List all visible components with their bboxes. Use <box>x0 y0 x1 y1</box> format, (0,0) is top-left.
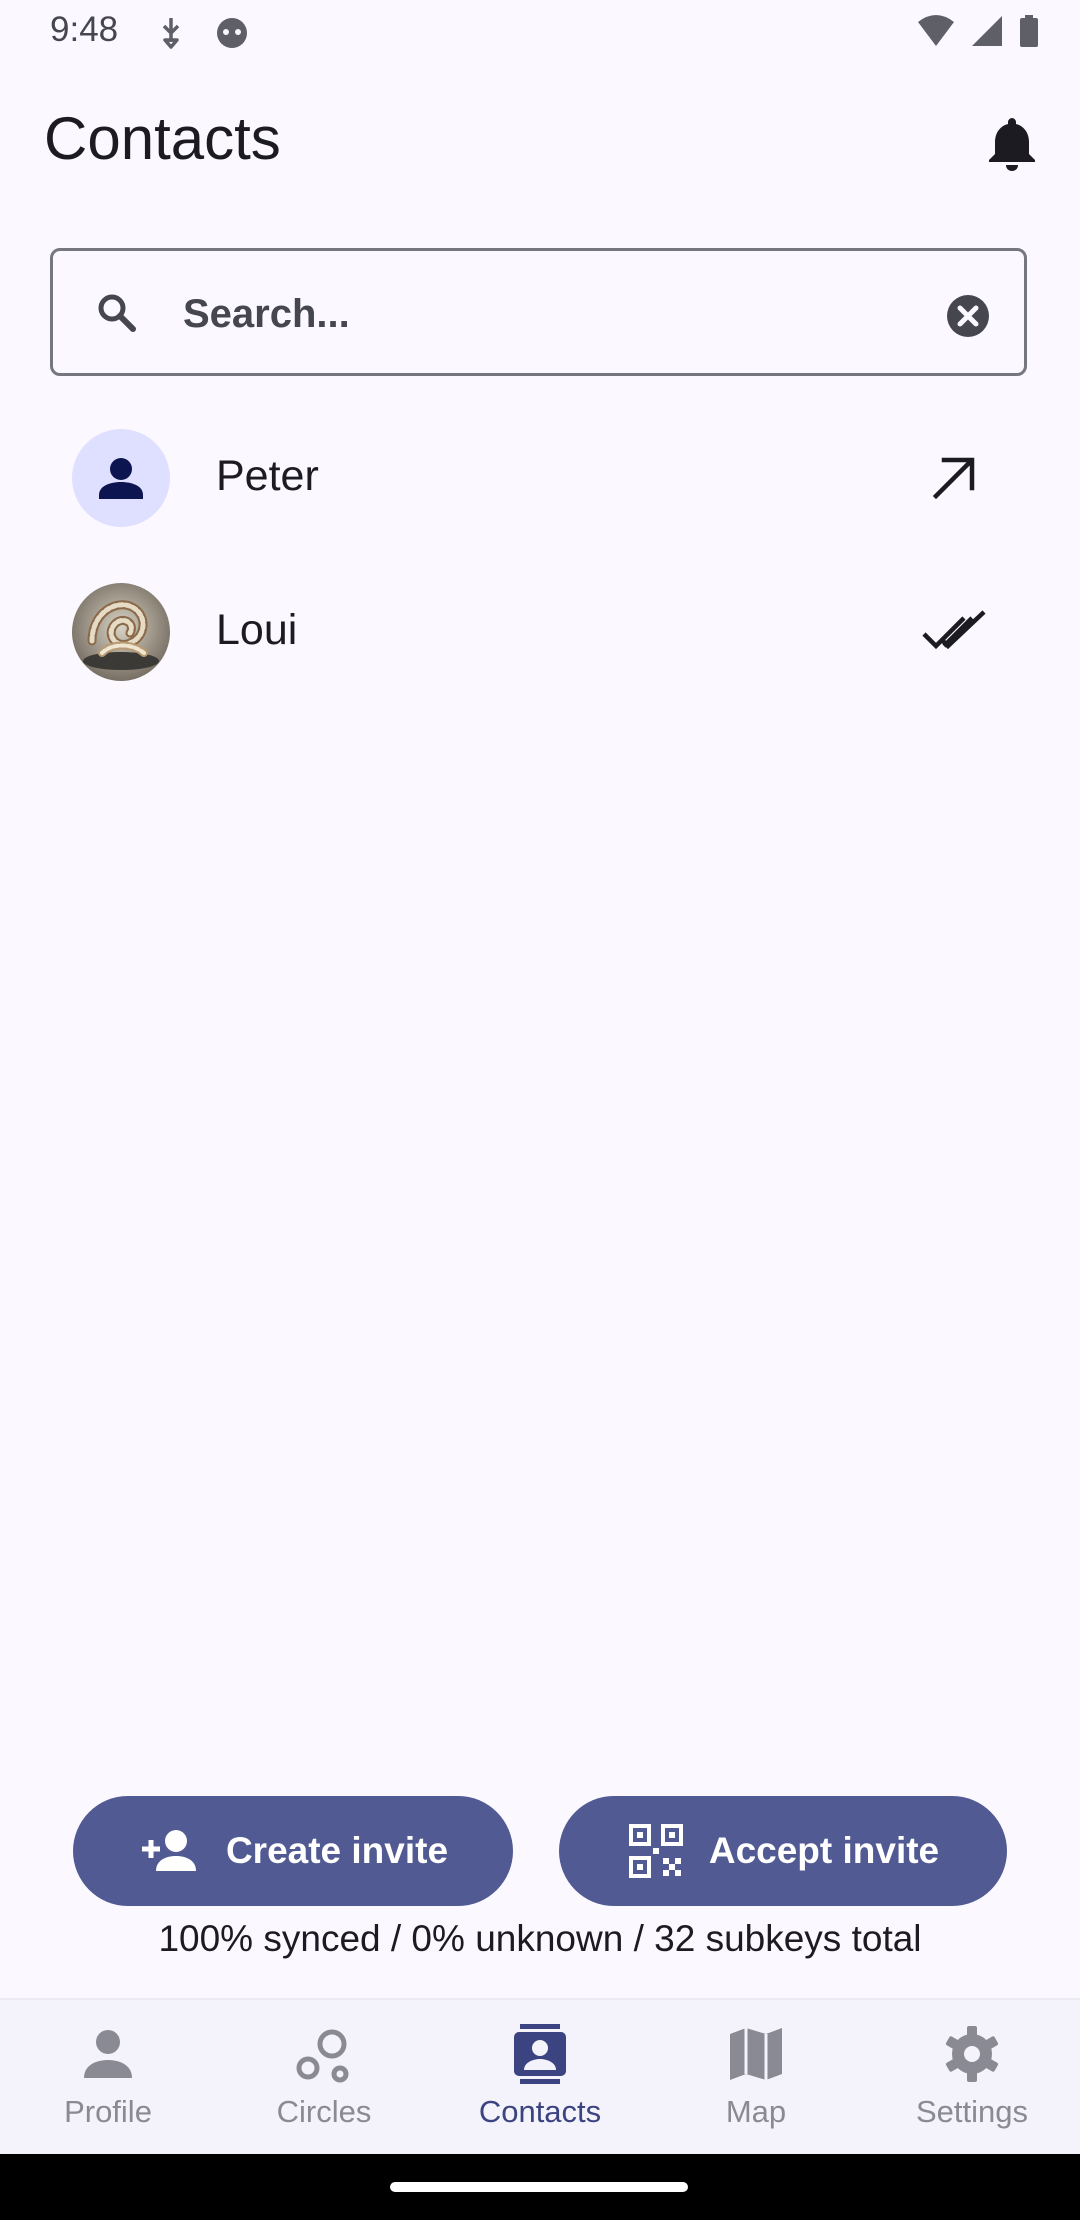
create-invite-button[interactable]: Create invite <box>73 1796 513 1906</box>
contact-item-loui[interactable]: Loui <box>0 556 1080 706</box>
sync-status: 100% synced / 0% unknown / 32 subkeys to… <box>158 1918 922 1959</box>
nav-item-map[interactable]: Map <box>648 2000 864 2156</box>
status-time: 9:48 <box>50 10 119 49</box>
wifi-icon <box>918 15 954 46</box>
nav-item-profile[interactable]: Profile <box>0 2000 216 2156</box>
status-indicators <box>916 14 1040 48</box>
contact-name: Peter <box>216 452 319 500</box>
circles-icon <box>296 2029 349 2083</box>
contact-item-peter[interactable]: Peter <box>0 402 1080 552</box>
accept-invite-button[interactable]: Accept invite <box>559 1796 1007 1906</box>
nav-item-contacts[interactable]: Contacts <box>432 2000 648 2156</box>
android-notification-icon <box>212 14 252 55</box>
nav-item-circles[interactable]: Circles <box>216 2000 432 2156</box>
nav-label: Contacts <box>478 2094 602 2129</box>
clear-search-icon[interactable] <box>945 293 991 344</box>
nav-label: Profile <box>64 2094 152 2129</box>
qr-scan-icon <box>628 1824 683 1878</box>
bell-icon[interactable] <box>986 114 1038 177</box>
contact-name: Loui <box>216 606 298 654</box>
nav-label: Settings <box>915 2094 1028 2129</box>
search-input[interactable] <box>181 273 945 355</box>
accept-invite-label: Accept invite <box>708 1830 940 1871</box>
contact-card-icon <box>514 2024 566 2084</box>
avatar <box>72 583 170 681</box>
avatar <box>72 429 170 527</box>
contacts-screen: 9:48 Contacts Search... Peter Loui Creat… <box>0 0 1080 2220</box>
nav-label: Circles <box>276 2094 372 2129</box>
search-field[interactable] <box>50 248 1027 376</box>
cell-signal-icon <box>972 16 1002 46</box>
double-check-icon <box>922 600 988 669</box>
nav-item-settings[interactable]: Settings <box>864 2000 1080 2156</box>
bottom-navigation: Profile Circles Contacts Map Settings <box>0 1998 1080 2156</box>
default-person-icon <box>99 458 143 499</box>
rope-knot-photo <box>72 583 170 681</box>
gear-icon <box>945 2026 999 2082</box>
arrow-up-right-icon <box>922 446 986 515</box>
usb-debug-icon <box>156 14 186 55</box>
create-invite-label: Create invite <box>225 1830 449 1871</box>
person-add-icon <box>141 1830 196 1871</box>
person-icon <box>84 2030 132 2078</box>
search-icon <box>95 291 139 340</box>
gesture-bar <box>0 2154 1080 2220</box>
home-gesture-handle[interactable] <box>390 2182 688 2192</box>
battery-icon <box>1020 15 1038 47</box>
nav-label: Map <box>725 2094 787 2129</box>
status-bar: 9:48 <box>0 0 1080 64</box>
map-icon <box>730 2028 782 2080</box>
page-title: Contacts <box>44 105 281 172</box>
